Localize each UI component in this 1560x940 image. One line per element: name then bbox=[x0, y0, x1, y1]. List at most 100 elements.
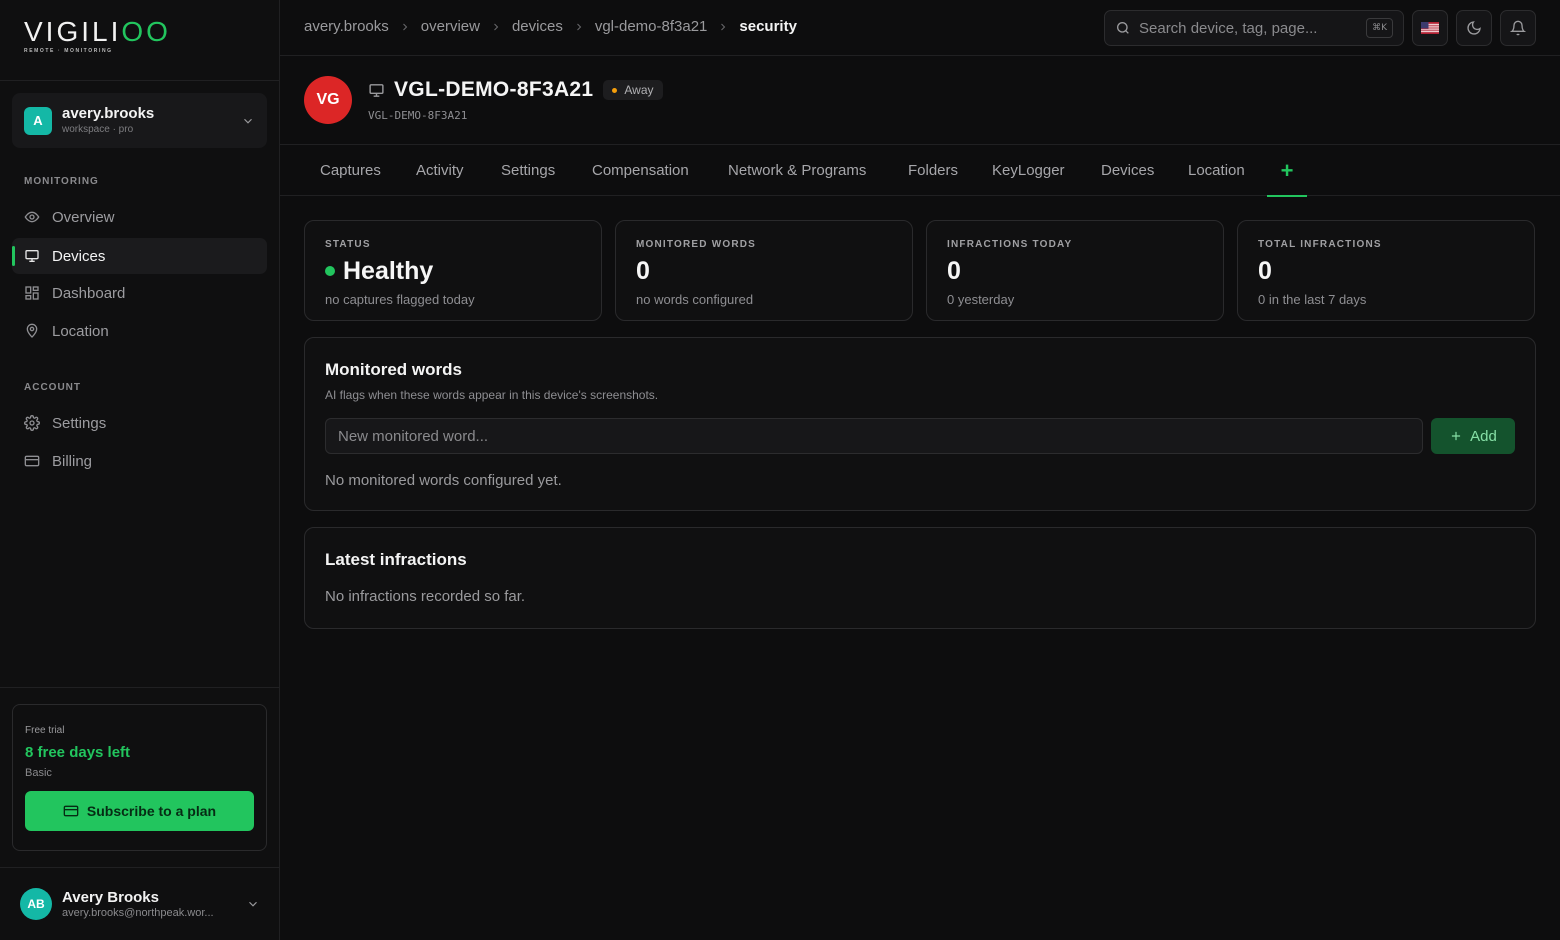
sidebar-item-label: Devices bbox=[52, 247, 106, 265]
brand-logo[interactable]: VIGILIOO REMOTE · MONITORING bbox=[24, 16, 171, 55]
trial-label: Free trial bbox=[25, 725, 65, 736]
section-description: AI flags when these words appear in this… bbox=[325, 388, 659, 402]
workspace-switcher[interactable]: A avery.brooks workspace · pro bbox=[12, 93, 267, 148]
shortcut-hint: ⌘K bbox=[1366, 18, 1393, 38]
chevron-right-icon bbox=[490, 21, 502, 33]
sidebar-item-label: Settings bbox=[52, 414, 107, 432]
trial-days-left: 8 free days left bbox=[25, 744, 131, 761]
credit-card-icon bbox=[63, 803, 79, 819]
sidebar: VIGILIOO REMOTE · MONITORING A avery.bro… bbox=[0, 0, 280, 940]
tab-compensation[interactable]: Compensation bbox=[592, 145, 689, 196]
monitored-word-input[interactable] bbox=[325, 418, 1423, 454]
add-label: Add bbox=[1470, 427, 1497, 445]
breadcrumb-item[interactable]: vgl-demo-8f3a21 bbox=[595, 18, 708, 35]
breadcrumb-current: security bbox=[739, 18, 797, 35]
stat-value: 0 bbox=[1258, 257, 1272, 285]
stat-sub: 0 in the last 7 days bbox=[1258, 292, 1367, 307]
brand-name: VIGILIOO bbox=[24, 16, 171, 47]
user-name: Avery Brooks bbox=[62, 889, 159, 906]
sidebar-item-label: Overview bbox=[52, 208, 115, 226]
notifications-button[interactable] bbox=[1500, 10, 1536, 46]
empty-state: No monitored words configured yet. bbox=[325, 472, 562, 489]
stat-sub: 0 yesterday bbox=[947, 292, 1015, 307]
language-button[interactable] bbox=[1412, 10, 1448, 46]
device-id: VGL-DEMO-8F3A21 bbox=[368, 109, 468, 122]
tab-settings[interactable]: Settings bbox=[501, 145, 555, 196]
breadcrumb: avery.brooks overview devices vgl-demo-8… bbox=[304, 18, 797, 35]
breadcrumb-item[interactable]: avery.brooks bbox=[304, 18, 389, 35]
status-text: Away bbox=[624, 83, 654, 97]
tab-folders[interactable]: Folders bbox=[908, 145, 958, 196]
bell-icon bbox=[1510, 20, 1526, 36]
workspace-plan: workspace · pro bbox=[62, 123, 134, 135]
stat-sub: no words configured bbox=[636, 292, 754, 307]
sidebar-item-dashboard[interactable]: Dashboard bbox=[12, 275, 267, 311]
grid-icon bbox=[24, 285, 40, 301]
section-title: Monitored words bbox=[325, 360, 462, 379]
empty-state: No infractions recorded so far. bbox=[325, 588, 526, 605]
brand-tagline: REMOTE · MONITORING bbox=[24, 48, 113, 54]
subscribe-button[interactable]: Subscribe to a plan bbox=[25, 791, 254, 831]
monitor-icon bbox=[368, 82, 385, 99]
divider bbox=[0, 80, 280, 81]
sidebar-item-label: Dashboard bbox=[52, 284, 126, 302]
workspace-name: avery.brooks bbox=[62, 104, 155, 122]
user-email: avery.brooks@northpeak.wor... bbox=[62, 907, 214, 919]
tab-security-active[interactable]: + bbox=[1267, 145, 1307, 197]
stat-card-monitored-words: MONITORED WORDS 0 no words configured bbox=[615, 220, 913, 321]
sidebar-item-label: Billing bbox=[52, 452, 93, 470]
stat-card-infractions-today: INFRACTIONS TODAY 0 0 yesterday bbox=[926, 220, 1224, 321]
monitoring-section-label: MONITORING bbox=[24, 176, 99, 187]
workspace-avatar: A bbox=[24, 106, 52, 135]
status-badge: Away bbox=[603, 80, 663, 100]
plus-icon bbox=[1449, 429, 1463, 443]
theme-toggle-button[interactable] bbox=[1456, 10, 1492, 46]
sidebar-item-overview[interactable]: Overview bbox=[12, 199, 267, 235]
monitored-words-panel: Monitored words AI flags when these word… bbox=[304, 337, 1536, 511]
stat-card-total-infractions: TOTAL INFRACTIONS 0 0 in the last 7 days bbox=[1237, 220, 1535, 321]
sidebar-item-location[interactable]: Location bbox=[12, 313, 267, 349]
stat-sub: no captures flagged today bbox=[325, 292, 475, 307]
section-title: Latest infractions bbox=[325, 550, 467, 569]
device-tabs: Captures Activity Settings Compensation … bbox=[280, 144, 1560, 197]
tab-activity[interactable]: Activity bbox=[416, 145, 464, 196]
chevron-right-icon bbox=[717, 21, 729, 33]
trial-plan: Basic bbox=[25, 767, 52, 779]
stat-card-status: STATUS Healthy no captures flagged today bbox=[304, 220, 602, 321]
tab-captures[interactable]: Captures bbox=[320, 145, 381, 196]
breadcrumb-item[interactable]: devices bbox=[512, 18, 563, 35]
tab-location[interactable]: Location bbox=[1188, 145, 1245, 196]
sidebar-item-billing[interactable]: Billing bbox=[12, 443, 267, 479]
user-menu[interactable]: AB Avery Brooks avery.brooks@northpeak.w… bbox=[0, 868, 280, 940]
status-dot bbox=[612, 87, 618, 93]
sidebar-item-settings[interactable]: Settings bbox=[12, 405, 267, 441]
tab-devices[interactable]: Devices bbox=[1101, 145, 1154, 196]
device-title-row: VGL-DEMO-8F3A21 Away bbox=[368, 78, 663, 102]
stat-value: Healthy bbox=[325, 256, 581, 286]
tab-keylogger[interactable]: KeyLogger bbox=[992, 145, 1065, 196]
latest-infractions-panel: Latest infractions No infractions record… bbox=[304, 527, 1536, 629]
stat-value-text: Healthy bbox=[343, 257, 434, 285]
tab-network-programs[interactable]: Network & Programs bbox=[728, 145, 866, 196]
monitor-icon bbox=[24, 248, 40, 264]
avatar: AB bbox=[20, 888, 52, 920]
eye-icon bbox=[24, 209, 40, 225]
search-icon bbox=[1115, 20, 1131, 36]
topbar: avery.brooks overview devices vgl-demo-8… bbox=[280, 0, 1560, 56]
healthy-dot bbox=[325, 266, 335, 276]
chevron-down-icon bbox=[246, 897, 260, 911]
stat-label: MONITORED WORDS bbox=[636, 239, 757, 250]
search-box[interactable]: ⌘K bbox=[1104, 10, 1404, 46]
add-word-button[interactable]: Add bbox=[1431, 418, 1515, 454]
chevron-right-icon bbox=[573, 21, 585, 33]
search-input[interactable] bbox=[1139, 19, 1367, 37]
credit-card-icon bbox=[24, 453, 40, 469]
sidebar-item-label: Location bbox=[52, 322, 109, 340]
divider bbox=[0, 687, 280, 688]
chevron-right-icon bbox=[399, 21, 411, 33]
breadcrumb-item[interactable]: overview bbox=[421, 18, 480, 35]
stat-value: 0 bbox=[947, 257, 961, 285]
gear-icon bbox=[24, 415, 40, 431]
subscribe-label: Subscribe to a plan bbox=[86, 803, 217, 819]
sidebar-item-devices[interactable]: Devices bbox=[12, 238, 267, 274]
